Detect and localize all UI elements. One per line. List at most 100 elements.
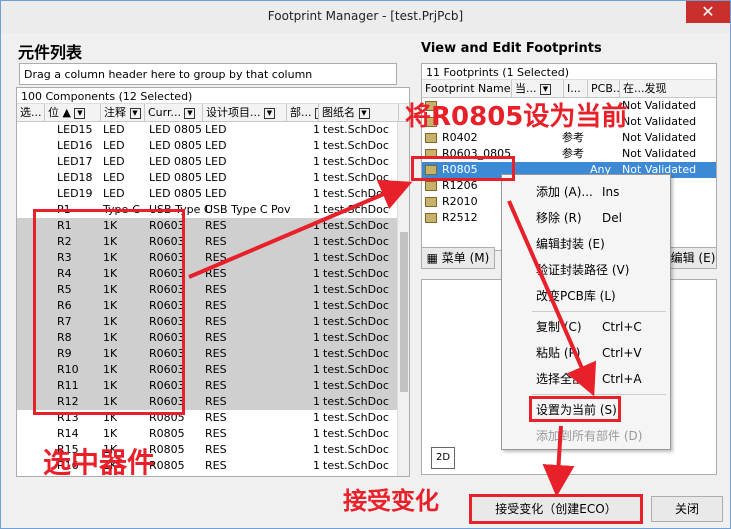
data-sheet: test.SchDoc [323, 171, 389, 184]
data-part: 1 [313, 363, 320, 376]
menu-item-shortcut: Del [602, 211, 622, 225]
col-designator[interactable]: 位 ▲ ▼ [45, 104, 101, 122]
r0805-highlight [411, 156, 515, 181]
filter-icon: ▼ [264, 107, 275, 119]
col-comment[interactable]: 注释 ▼ [101, 104, 145, 122]
data-sheet: test.SchDoc [323, 459, 389, 472]
edit-button[interactable]: 编辑 (E) [669, 247, 717, 269]
menu-item-label: 添加 (A)... [536, 185, 593, 199]
close-button[interactable]: 关闭 [651, 496, 723, 522]
menu-button[interactable]: ▦ 菜单 (M) [421, 247, 495, 269]
data-design-item: RES [205, 331, 227, 344]
col-current-footprint[interactable]: Curr... ▼ [145, 104, 203, 122]
data-sheet: test.SchDoc [323, 251, 389, 264]
table-row[interactable]: LED17 LED LED 0805 LED 1 test.SchDoc [17, 154, 409, 170]
data-design-item: LED [205, 155, 227, 168]
data-design-item: RES [205, 459, 227, 472]
col-sheet[interactable]: 图纸名 ▼ [319, 104, 399, 122]
menu-item-label: 选择全部 [536, 372, 585, 386]
context-menu-item[interactable]: 添加 (A)... Ins [502, 181, 670, 203]
context-menu-item[interactable]: 选择全部 Ctrl+A [502, 368, 670, 390]
filter-icon: ▼ [184, 107, 196, 119]
data-sheet: test.SchDoc [323, 443, 389, 456]
data-designator: LED16 [57, 139, 93, 152]
data-sheet: test.SchDoc [323, 363, 389, 376]
data-part: 1 [313, 331, 320, 344]
menu-item-shortcut: Ctrl+V [602, 346, 642, 360]
component-count: 100 Components (12 Selected) [17, 88, 409, 104]
data-part: 1 [313, 299, 320, 312]
data-sheet: test.SchDoc [323, 411, 389, 424]
data-part: 1 [313, 411, 320, 424]
context-menu-item[interactable]: 移除 (R) Del [502, 207, 670, 229]
annotation-set-current: 将R0805设为当前 [405, 102, 628, 132]
select-parts-highlight [33, 209, 185, 415]
data-current-footprint: LED 0805 [149, 187, 203, 200]
table-row[interactable]: LED15 LED LED 0805 LED 1 test.SchDoc [17, 122, 409, 138]
table-row[interactable]: LED19 LED LED 0805 LED 1 test.SchDoc [17, 186, 409, 202]
context-menu-item[interactable]: 编辑封装 (E) [502, 233, 670, 255]
filter-icon: ▼ [540, 83, 551, 95]
view-2d-button[interactable]: 2D [431, 447, 455, 469]
data-sheet: test.SchDoc [323, 347, 389, 360]
table-row[interactable]: R14 1K R0805 RES 1 test.SchDoc [17, 426, 409, 442]
data-designator: LED17 [57, 155, 93, 168]
data-part: 1 [313, 427, 320, 440]
data-current-footprint: LED 0805 [149, 139, 203, 152]
context-menu-item[interactable]: 改变PCB库 (L) [502, 285, 670, 307]
data-sheet: test.SchDoc [323, 283, 389, 296]
filter-icon: ▼ [74, 107, 86, 119]
data-comment: LED [103, 187, 125, 200]
footprint-icon [425, 181, 437, 191]
context-menu-item[interactable]: 粘贴 (P) Ctrl+V [502, 342, 670, 364]
close-window-button[interactable]: ✕ [686, 1, 730, 23]
footprint-icon [425, 133, 437, 143]
data-part: 1 [313, 459, 320, 472]
menu-item-label: 添加到所有部件 (D) [536, 429, 643, 443]
data-part: 1 [313, 267, 320, 280]
data-part: 1 [313, 283, 320, 296]
footprint-icon [425, 197, 437, 207]
col-select[interactable]: 选... [17, 104, 45, 122]
data-design-item: RES [205, 315, 227, 328]
data-design-item: LED [205, 123, 227, 136]
group-by-bar[interactable]: Drag a column header here to group by th… [19, 63, 397, 85]
data-designator: R14 [57, 427, 79, 440]
data-sheet: test.SchDoc [323, 187, 389, 200]
context-menu-item[interactable]: 验证封装路径 (V) [502, 259, 670, 281]
annotation-accept-changes: 接受变化 [343, 487, 439, 515]
data-sheet: test.SchDoc [323, 139, 389, 152]
footprint-name: R2512 [442, 211, 478, 224]
data-sheet: test.SchDoc [323, 379, 389, 392]
menu-item-shortcut: Ins [602, 185, 620, 199]
filter-icon: ▼ [129, 107, 141, 119]
footprint-status: Not Validated [622, 99, 697, 112]
data-sheet: test.SchDoc [323, 203, 389, 216]
menu-item-label: 编辑封装 (E) [536, 237, 605, 251]
table-row[interactable]: LED16 LED LED 0805 LED 1 test.SchDoc [17, 138, 409, 154]
context-menu-item[interactable]: 添加到所有部件 (D) [502, 425, 670, 447]
component-scrollbar[interactable] [397, 122, 409, 476]
data-design-item: RES [205, 427, 227, 440]
component-grid-header: 选... 位 ▲ ▼ 注释 ▼ Curr... ▼ 设计项目... ▼ 部...… [17, 104, 409, 122]
set-current-highlight [529, 396, 621, 422]
data-sheet: test.SchDoc [323, 299, 389, 312]
col-design-item[interactable]: 设计项目... ▼ [203, 104, 287, 122]
context-menu-item[interactable]: 复制 (C) Ctrl+C [502, 316, 670, 338]
footprint-current: 参考 [562, 147, 584, 160]
data-part: 1 [313, 123, 320, 136]
data-design-item: LED [205, 187, 227, 200]
col-found-in[interactable]: 在...发现 [620, 80, 716, 98]
data-current-footprint: LED 0805 [149, 171, 203, 184]
col-part[interactable]: 部... ▼ [287, 104, 319, 122]
data-comment: LED [103, 171, 125, 184]
table-row[interactable]: LED18 LED LED 0805 LED 1 test.SchDoc [17, 170, 409, 186]
scroll-thumb[interactable] [400, 232, 408, 392]
data-comment: LED [103, 155, 125, 168]
data-design-item: RES [205, 283, 227, 296]
data-part: 1 [313, 219, 320, 232]
data-part: 1 [313, 315, 320, 328]
menu-item-label: 改变PCB库 (L) [536, 289, 616, 303]
data-part: 1 [313, 235, 320, 248]
footprint-status: Not Validated [622, 115, 697, 128]
